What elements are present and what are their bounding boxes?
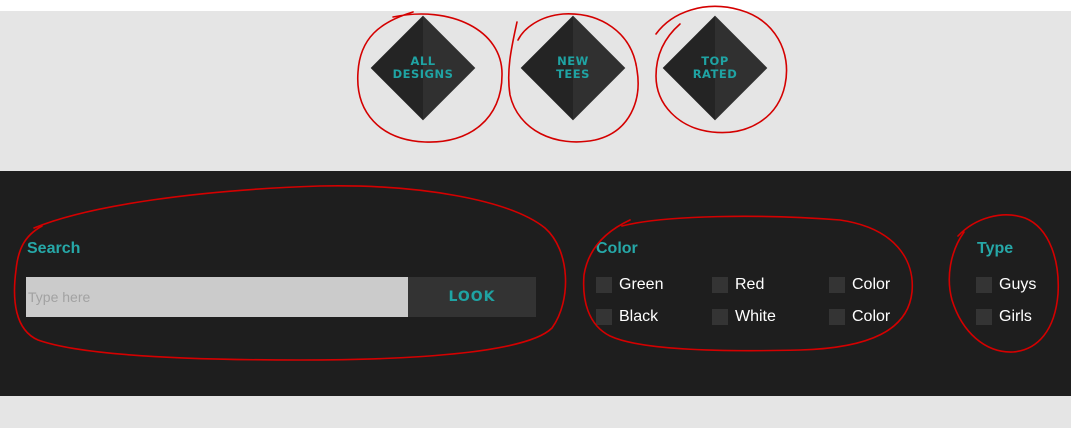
type-option-guys[interactable]: Guys: [976, 275, 1036, 295]
color-option-color-2[interactable]: Color: [829, 307, 890, 327]
type-filter-title: Type: [977, 240, 1014, 257]
nav-new-tees-button[interactable]: NEW TEES: [520, 15, 626, 121]
search-title: Search: [27, 240, 81, 257]
checkbox[interactable]: [712, 277, 728, 293]
color-option-label: Color: [852, 276, 891, 293]
nav-top-rated-label: TOP RATED: [692, 54, 738, 81]
color-option-label: Green: [619, 276, 664, 293]
color-option-label: White: [735, 308, 776, 325]
color-option-label: Color: [852, 308, 891, 325]
checkbox[interactable]: [712, 309, 728, 325]
color-option-label: Red: [735, 276, 765, 293]
color-option-black[interactable]: Black: [596, 307, 658, 327]
nav-all-designs-label: ALL DESIGNS: [392, 54, 454, 81]
color-option-label: Black: [619, 308, 659, 325]
nav-top-rated-button[interactable]: TOP RATED: [662, 15, 768, 121]
checkbox[interactable]: [976, 309, 992, 325]
checkbox[interactable]: [829, 277, 845, 293]
color-filter-title: Color: [596, 240, 638, 257]
color-option-red[interactable]: Red: [712, 275, 764, 295]
look-button[interactable]: LOOK: [408, 277, 536, 317]
checkbox[interactable]: [829, 309, 845, 325]
checkbox[interactable]: [596, 277, 612, 293]
type-option-label: Guys: [999, 276, 1037, 293]
type-option-label: Girls: [999, 308, 1032, 325]
nav-all-designs-button[interactable]: ALL DESIGNS: [370, 15, 476, 121]
color-option-white[interactable]: White: [712, 307, 776, 327]
color-option-green[interactable]: Green: [596, 275, 663, 295]
checkbox[interactable]: [596, 309, 612, 325]
color-option-color-1[interactable]: Color: [829, 275, 890, 295]
footer-band: [0, 396, 1071, 428]
nav-new-tees-label: NEW TEES: [556, 54, 590, 81]
search-input[interactable]: [26, 277, 408, 317]
type-option-girls[interactable]: Girls: [976, 307, 1032, 327]
checkbox[interactable]: [976, 277, 992, 293]
